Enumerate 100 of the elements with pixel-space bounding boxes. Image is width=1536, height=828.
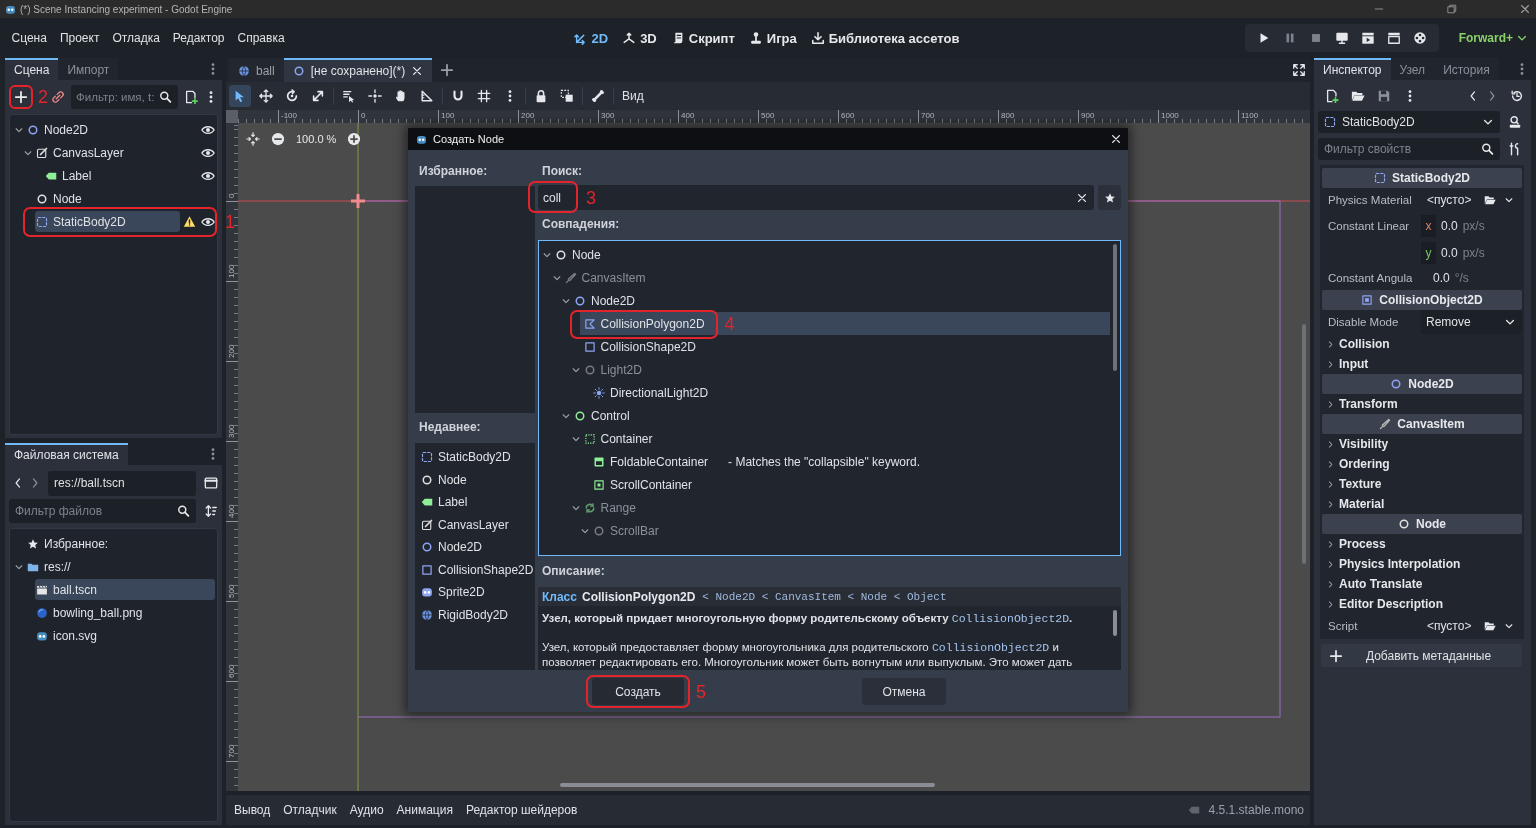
dashed-square-icon	[1374, 172, 1386, 184]
bottom-panel-tab[interactable]: Анимация	[392, 799, 457, 821]
history-icon[interactable]	[1510, 89, 1524, 103]
dock-tab[interactable]: Импорт	[58, 58, 119, 80]
clapper-icon[interactable]	[1386, 31, 1401, 45]
clapper-play-icon[interactable]	[1360, 31, 1375, 45]
property-group[interactable]: Editor Description	[1322, 594, 1522, 614]
dock-tab[interactable]: Узел	[1390, 58, 1435, 80]
file-item[interactable]: icon.svg	[35, 625, 215, 646]
magnifier-icon[interactable]	[1508, 115, 1522, 129]
file-item[interactable]: res://	[26, 556, 215, 577]
dropdown[interactable]: Remove	[1421, 310, 1522, 334]
file-item[interactable]: bowling_ball.png	[35, 602, 215, 623]
resource-picker[interactable]: <пусто>	[1421, 619, 1484, 633]
tree-item[interactable]: Node2D	[26, 119, 180, 140]
chain-icon[interactable]	[51, 90, 65, 104]
scene-tab[interactable]: ball	[229, 58, 284, 82]
tool-button[interactable]	[229, 85, 251, 107]
lock-icon[interactable]	[534, 89, 548, 103]
folder-open-icon[interactable]	[1351, 89, 1365, 103]
grid-icon[interactable]	[477, 89, 491, 103]
object-selector[interactable]: StaticBody2D	[1318, 111, 1500, 133]
caret-down-icon[interactable]	[1504, 195, 1514, 205]
section-title: StaticBody2D	[1392, 171, 1470, 185]
restore-icon[interactable]	[1446, 3, 1458, 15]
sort-icon[interactable]	[204, 504, 218, 518]
renderer-dropdown[interactable]: Forward+	[1458, 31, 1528, 45]
property-group[interactable]: Material	[1322, 494, 1522, 514]
ruler-label: 600	[841, 111, 855, 120]
filter-field[interactable]: Фильтр свойств	[1318, 138, 1500, 160]
brush-icon	[1379, 418, 1392, 430]
dock-tab[interactable]: Файловая система	[5, 443, 128, 465]
filter-field[interactable]: Фильтр: имя, t:	[71, 85, 178, 109]
property-group[interactable]: Physics Interpolation	[1322, 554, 1522, 574]
property-group[interactable]: Ordering	[1322, 454, 1522, 474]
bottom-panel-tab[interactable]: Аудио	[345, 799, 388, 821]
dock-tab[interactable]: Инспектор	[1314, 58, 1391, 80]
workspace-tab[interactable]: 3D	[622, 26, 657, 50]
overlapping-squares-icon[interactable]	[560, 89, 574, 103]
bottom-panel-tab[interactable]: Вывод	[230, 799, 275, 821]
menu-item[interactable]: Отладка	[105, 27, 167, 49]
tree-item[interactable]: CanvasLayer	[35, 142, 180, 163]
number-field[interactable]: y 0.0 px/s	[1421, 241, 1520, 264]
ball-icon	[36, 606, 48, 619]
dock-tab[interactable]: История	[1434, 58, 1499, 80]
bone-icon[interactable]	[591, 89, 605, 103]
section-title: Node	[1416, 517, 1446, 531]
workspace-tab[interactable]: Игра	[748, 26, 797, 50]
view-menu[interactable]: Вид	[618, 87, 648, 105]
tree-item[interactable]: Label	[44, 165, 180, 186]
monitor-icon[interactable]	[1334, 31, 1349, 45]
plus-icon[interactable]	[440, 63, 455, 77]
property-group[interactable]: Process	[1322, 534, 1522, 554]
bottom-panel-tab[interactable]: Редактор шейдеров	[461, 799, 582, 821]
caret-down-icon[interactable]	[1504, 621, 1514, 631]
menu-item[interactable]: Справка	[231, 27, 292, 49]
window-icon[interactable]	[204, 476, 218, 490]
add-node-button[interactable]	[13, 89, 29, 105]
property-label: Physics Material	[1327, 194, 1413, 206]
folder-open-icon[interactable]	[1484, 194, 1496, 206]
warning-icon[interactable]	[183, 215, 196, 228]
callout-number: 2	[38, 88, 48, 106]
folder-open-icon[interactable]	[1484, 620, 1496, 632]
resource-picker[interactable]: <пусто>	[1421, 193, 1484, 207]
filter-field[interactable]: Фильтр файлов	[9, 499, 196, 523]
workspace-tab[interactable]: 2D	[573, 26, 609, 50]
scene-tab[interactable]: [не сохранено](*)	[283, 58, 433, 82]
ruler-label: 500	[761, 111, 775, 120]
bottom-panel-tab[interactable]: Отладчик	[279, 799, 341, 821]
file-plus-icon[interactable]	[184, 90, 198, 104]
number-field[interactable]: 0.0 °/s	[1421, 267, 1520, 289]
film-reel-icon[interactable]	[1412, 31, 1427, 45]
ruler-label: 200	[227, 344, 236, 358]
ruler-label: 0	[361, 111, 366, 120]
property-group[interactable]: Texture	[1322, 474, 1522, 494]
number-field[interactable]: x 0.0 px/s	[1421, 214, 1520, 237]
add-metadata-button[interactable]: Добавить метаданные	[1321, 644, 1522, 667]
property-group[interactable]: Visibility	[1322, 434, 1522, 454]
fullscreen-icon[interactable]	[1292, 63, 1306, 77]
property-group[interactable]: Input	[1322, 354, 1522, 374]
file-plus-icon[interactable]	[1325, 89, 1339, 103]
close-icon[interactable]	[411, 65, 424, 77]
path-field[interactable]: res://ball.tscn	[48, 470, 196, 496]
property-label: Constant Angula	[1327, 272, 1414, 284]
property-group[interactable]: Transform	[1322, 394, 1522, 414]
menu-item[interactable]: Редактор	[166, 27, 231, 49]
ruler-label: 0	[227, 193, 236, 198]
dock-tab[interactable]: Сцена	[5, 58, 59, 80]
tree-item[interactable]: Node	[35, 188, 180, 209]
menu-item[interactable]: Сцена	[5, 27, 54, 49]
property-group[interactable]: Auto Translate	[1322, 574, 1522, 594]
magnet-icon[interactable]	[451, 89, 465, 103]
workspace-tab[interactable]: Библиотека ассетов	[810, 26, 960, 50]
menu-item[interactable]: Проект	[53, 27, 106, 49]
workspace-tab[interactable]: Скрипт	[670, 26, 735, 50]
floppy-icon[interactable]	[1377, 89, 1391, 103]
property-label: Disable Mode	[1327, 316, 1400, 328]
file-item[interactable]: ball.tscn	[35, 579, 215, 600]
property-group[interactable]: Collision	[1322, 334, 1522, 354]
tree-item[interactable]: StaticBody2D	[35, 211, 180, 232]
